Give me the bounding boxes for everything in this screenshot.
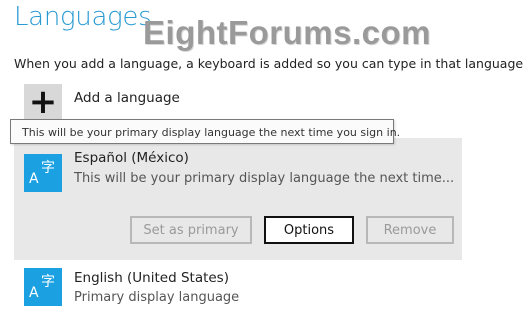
language-description: This will be your primary display langua… xyxy=(74,171,455,186)
tooltip: This will be your primary display langua… xyxy=(10,119,400,144)
plus-icon: + xyxy=(28,82,58,122)
language-icon: A 字 xyxy=(24,154,62,192)
add-language-label[interactable]: Add a language xyxy=(74,90,180,106)
remove-button[interactable]: Remove xyxy=(366,216,454,244)
language-name: English (United States) xyxy=(74,270,229,286)
language-description: Primary display language xyxy=(74,290,240,305)
page-title: Languages xyxy=(14,2,152,32)
language-name: Español (México) xyxy=(74,150,189,166)
language-item-selected[interactable]: A 字 Español (México) This will be your p… xyxy=(14,138,462,260)
language-icon: A 字 xyxy=(24,268,62,306)
watermark: EightForums.com xyxy=(143,14,432,51)
add-language-button[interactable]: + xyxy=(24,84,62,122)
page-subtitle: When you add a language, a keyboard is a… xyxy=(14,56,524,71)
options-button[interactable]: Options xyxy=(264,216,354,244)
set-as-primary-button[interactable]: Set as primary xyxy=(130,216,252,244)
